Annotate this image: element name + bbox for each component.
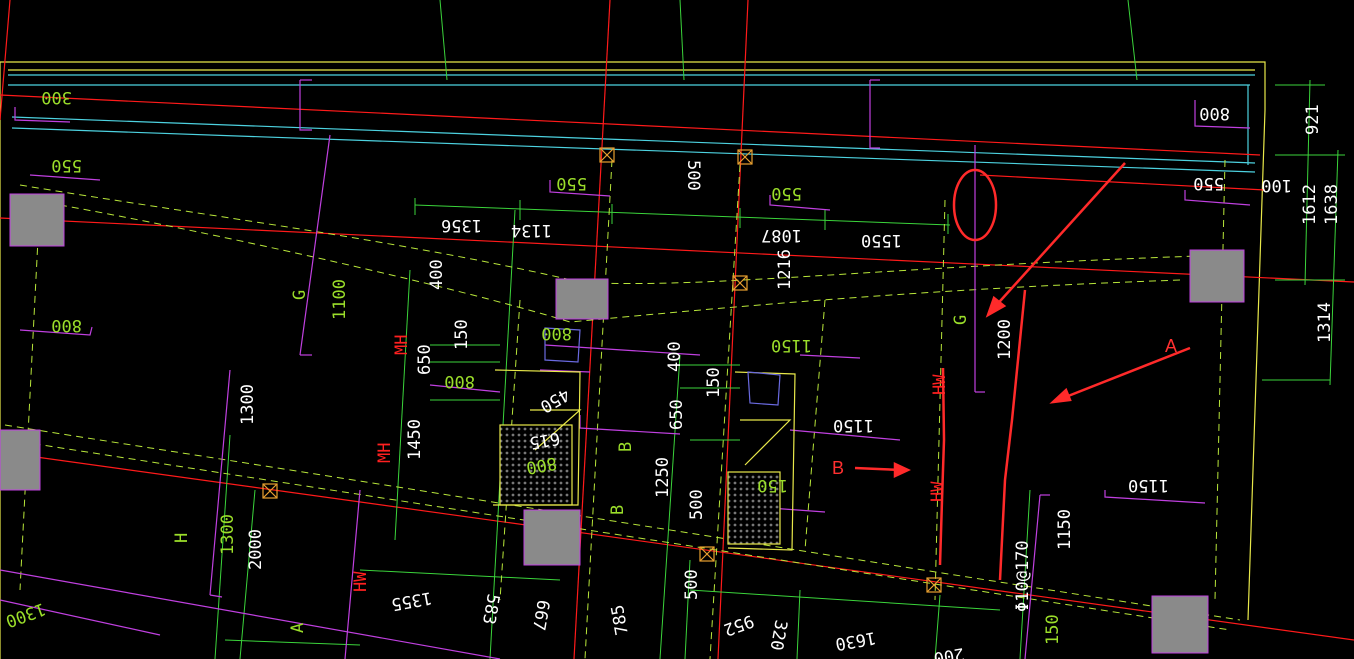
column	[9, 193, 65, 247]
dim-MH-2: MH	[375, 443, 395, 463]
cad-drawing-canvas: 300 550 800 550 500 550 550 100 921 1612…	[0, 0, 1354, 659]
dim-400: 400	[427, 259, 447, 290]
dim-1150-b: 1150	[833, 415, 874, 435]
dim-1150-d: 1150	[1055, 509, 1075, 550]
dim-800-box2: 800	[444, 371, 475, 391]
dim-150-c: 150	[757, 475, 788, 495]
dim-2000: 2000	[246, 529, 266, 570]
dim-A: A	[288, 623, 308, 633]
wall-outlines	[0, 61, 1266, 659]
dim-800-box: 800	[541, 323, 572, 343]
dim-1200: 1200	[995, 319, 1015, 360]
dim-1630: 1630	[834, 627, 878, 654]
dim-200: 200	[932, 643, 966, 659]
pile-markers	[262, 147, 942, 593]
dim-1216: 1216	[775, 249, 795, 290]
dim-667: 667	[528, 598, 553, 632]
arrow-1	[991, 162, 1126, 311]
column	[523, 509, 581, 566]
dim-1314: 1314	[1315, 302, 1335, 343]
dim-100: 100	[1261, 175, 1292, 195]
dim-500-b: 500	[687, 489, 707, 520]
dim-550-mid1: 550	[556, 173, 587, 193]
dim-150-d: 150	[1043, 614, 1063, 645]
dim-1150-a: 1150	[771, 335, 812, 355]
dim-1087: 1087	[761, 225, 802, 245]
dim-1134: 1134	[511, 220, 552, 240]
dim-450: 450	[536, 384, 573, 417]
dim-500: 500	[683, 160, 703, 191]
dim-G-right: G	[951, 315, 971, 325]
section-brackets	[0, 79, 1251, 659]
dim-1300-b: 1300	[218, 514, 238, 555]
dim-650: 650	[415, 344, 435, 375]
dim-550-left: 550	[51, 155, 82, 175]
annotation-label-b: B	[832, 458, 844, 478]
dim-HW-3: HW	[351, 571, 371, 592]
dim-785: 785	[608, 603, 633, 637]
dim-1612: 1612	[1300, 184, 1320, 225]
dim-H: H	[172, 533, 192, 543]
dim-550-right: 550	[1193, 173, 1224, 193]
column	[555, 278, 609, 320]
rebar-label: Φ10@170	[1013, 540, 1033, 612]
axis-lines	[0, 0, 1354, 659]
dim-1550: 1550	[861, 230, 902, 250]
annotation-label-a: A	[1165, 336, 1177, 356]
dim-150: 150	[452, 319, 472, 350]
dim-1300-c: 1300	[3, 598, 48, 631]
dim-MH-1: MH	[392, 335, 412, 355]
beam-lines	[8, 74, 1256, 173]
dim-1250: 1250	[653, 457, 673, 498]
dim-B-2: B	[608, 505, 628, 515]
dim-320: 320	[766, 618, 791, 652]
dim-650-b: 650	[667, 399, 687, 430]
columns	[0, 193, 1245, 654]
dim-583: 583	[478, 592, 503, 626]
dim-550-mid2: 550	[771, 183, 802, 203]
dim-400-b: 400	[665, 341, 685, 372]
dim-G-left: G	[290, 290, 310, 300]
dim-500-c: 500	[682, 569, 702, 600]
dim-952: 952	[721, 610, 757, 639]
dim-300: 300	[41, 87, 72, 107]
dim-1638: 1638	[1322, 184, 1342, 225]
dim-1300: 1300	[238, 384, 258, 425]
dim-800-left: 800	[51, 315, 82, 335]
dim-921: 921	[1303, 104, 1323, 135]
dim-150-b: 150	[704, 367, 724, 398]
slab-dashed-lines	[4, 159, 1241, 659]
dim-1150-c: 1150	[1128, 475, 1169, 495]
dim-800-right: 800	[1199, 103, 1230, 123]
dim-B-1: B	[616, 442, 636, 452]
dim-1100: 1100	[330, 279, 350, 320]
dim-1356: 1356	[441, 215, 482, 235]
dim-HW-1: HW	[930, 374, 950, 395]
markup-annotations	[854, 162, 1191, 581]
column	[0, 429, 41, 491]
dim-1450: 1450	[405, 419, 425, 460]
red-stroke-1	[938, 367, 946, 566]
dim-1355: 1355	[390, 587, 434, 614]
dim-HW-2: HW	[928, 481, 948, 502]
column	[1151, 595, 1209, 654]
column	[1189, 249, 1245, 303]
